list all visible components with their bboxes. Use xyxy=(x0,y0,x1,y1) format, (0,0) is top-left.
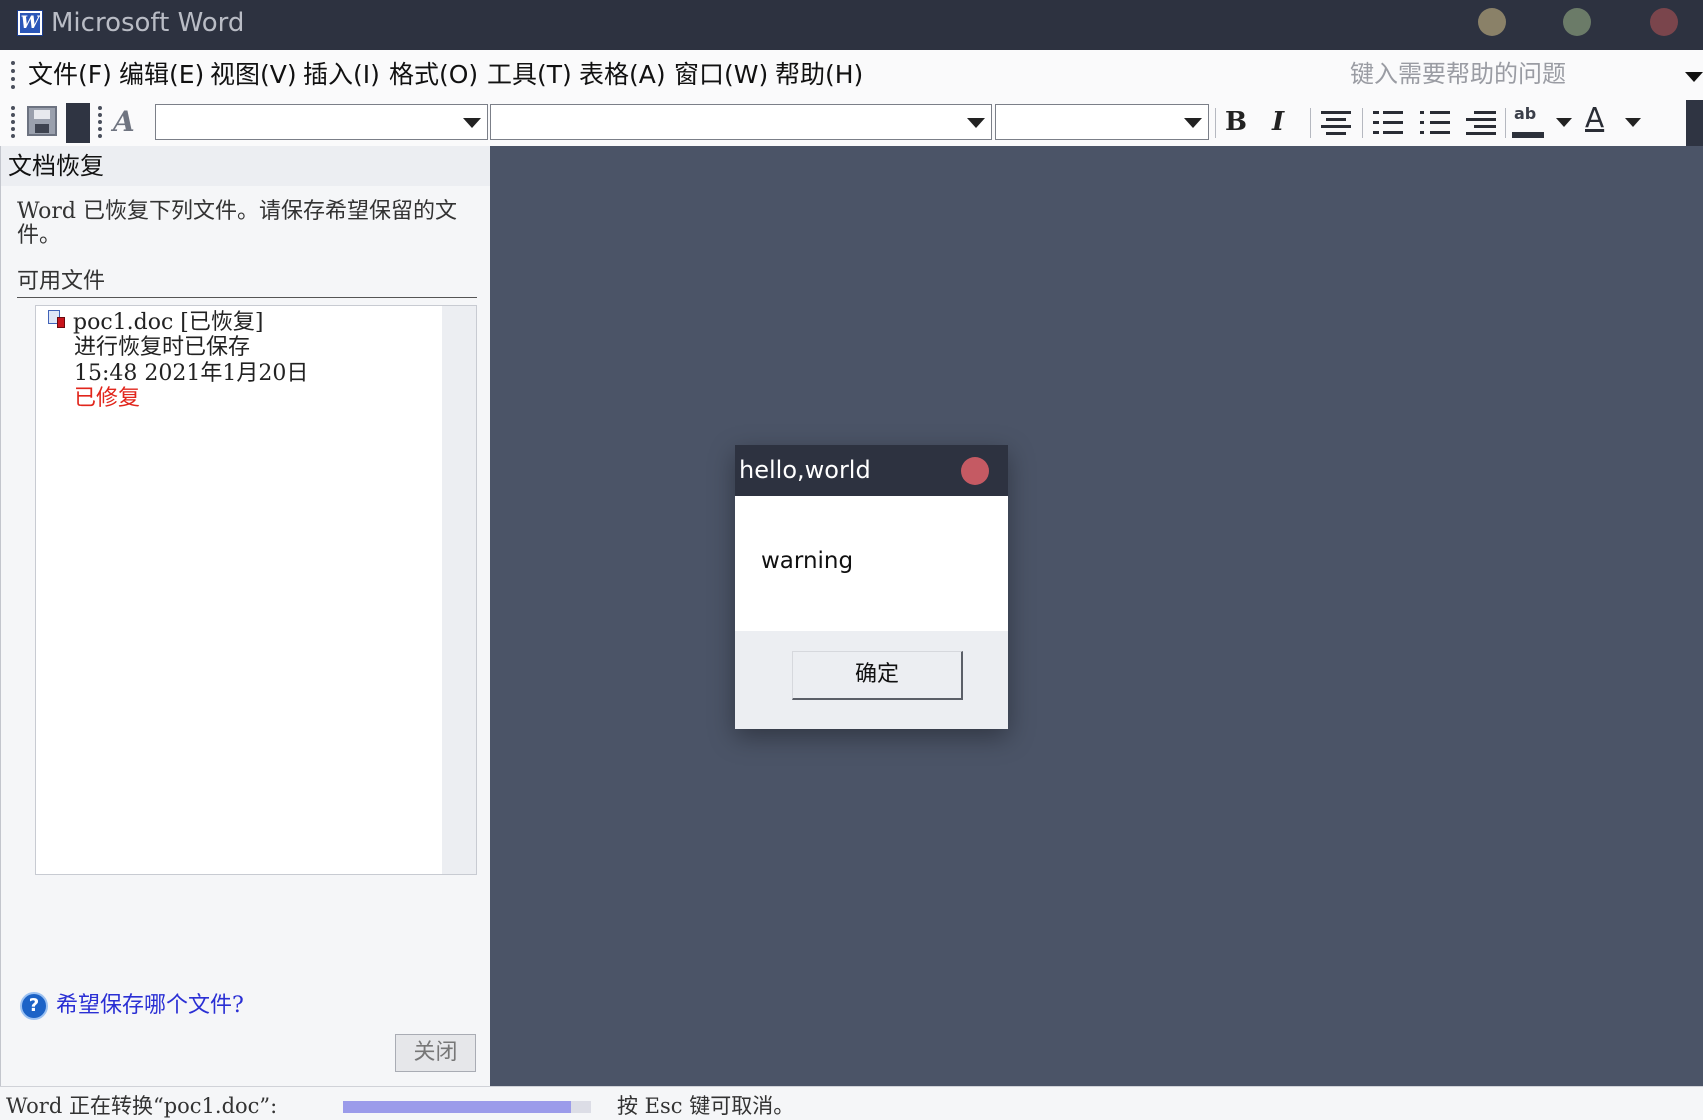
which-file-help-link[interactable]: 希望保存哪个文件? xyxy=(56,992,244,1020)
menu-bar: 文件(F) 编辑(E) 视图(V) 插入(I) 格式(O) 工具(T) 表格(A… xyxy=(0,50,1703,100)
italic-button[interactable]: I xyxy=(1272,102,1284,142)
file-save-status: 进行恢复时已保存 xyxy=(74,335,251,360)
help-question-box[interactable]: 键入需要帮助的问题 xyxy=(1350,58,1566,90)
available-files-label: 可用文件 xyxy=(17,268,477,298)
file-repair-status: 已修复 xyxy=(74,386,141,411)
font-size-combobox[interactable] xyxy=(995,104,1209,140)
toolbar-separator xyxy=(1215,108,1216,138)
document-icon[interactable] xyxy=(66,103,90,143)
toolbar-separator xyxy=(1505,108,1506,138)
status-cancel-hint: 按 Esc 键可取消。 xyxy=(617,1094,795,1118)
chevron-down-icon[interactable] xyxy=(463,118,481,128)
title-bar: W Microsoft Word xyxy=(0,0,1703,50)
font-color-icon[interactable]: A xyxy=(1581,101,1615,140)
pane-title: 文档恢复 xyxy=(1,146,491,186)
dialog-body: warning xyxy=(735,496,1008,631)
numbered-list-icon[interactable] xyxy=(1373,109,1403,135)
document-recovery-pane: 文档恢复 Word 已恢复下列文件。请保存希望保留的文件。 可用文件 poc1.… xyxy=(0,146,491,1086)
bullet-list-icon[interactable] xyxy=(1420,109,1450,135)
toolbar-grip-handle-2[interactable] xyxy=(98,106,102,138)
recovery-message: Word 已恢复下列文件。请保存希望保留的文件。 xyxy=(17,199,457,248)
toolbar-separator xyxy=(1362,108,1363,138)
dialog-close-button[interactable] xyxy=(961,457,989,485)
progress-fill xyxy=(343,1101,571,1113)
file-timestamp: 15:48 2021年1月20日 xyxy=(74,361,309,386)
file-name[interactable]: poc1.doc [已恢复] xyxy=(73,310,263,336)
chevron-down-icon[interactable] xyxy=(967,118,985,128)
menu-view[interactable]: 视图(V) xyxy=(210,59,297,91)
menu-insert[interactable]: 插入(I) xyxy=(303,59,380,91)
menu-window[interactable]: 窗口(W) xyxy=(674,59,768,91)
font-color-icon-label: A xyxy=(1585,101,1605,134)
help-dropdown-arrow-icon[interactable] xyxy=(1685,72,1703,82)
save-icon[interactable] xyxy=(27,106,57,136)
menu-grip-handle[interactable] xyxy=(11,61,15,89)
font-color-dropdown-arrow-icon[interactable] xyxy=(1625,118,1641,127)
menu-format[interactable]: 格式(O) xyxy=(389,59,478,91)
highlight-icon-label: ab xyxy=(1514,104,1537,123)
toolbar-separator xyxy=(1310,108,1311,138)
font-combobox[interactable] xyxy=(490,104,992,140)
menu-edit[interactable]: 编辑(E) xyxy=(119,59,204,91)
toolbar-grip-handle[interactable] xyxy=(11,106,15,138)
minimize-button[interactable] xyxy=(1478,8,1506,36)
menu-help[interactable]: 帮助(H) xyxy=(775,59,863,91)
bold-button[interactable]: B xyxy=(1225,102,1247,142)
close-window-button[interactable] xyxy=(1650,8,1678,36)
formatting-toolbar: A B I ab A xyxy=(0,100,1703,146)
conversion-progress-bar xyxy=(343,1101,591,1113)
file-list-scrollbar[interactable] xyxy=(442,306,476,874)
dialog-message: warning xyxy=(761,548,854,574)
ok-button[interactable]: 确定 xyxy=(792,651,963,700)
styles-icon[interactable]: A xyxy=(113,104,135,140)
recovered-document-icon xyxy=(48,310,66,330)
window-title: Microsoft Word xyxy=(51,8,245,38)
dialog-footer: 确定 xyxy=(735,631,1008,729)
align-center-icon[interactable] xyxy=(1321,109,1351,135)
menu-tools[interactable]: 工具(T) xyxy=(487,59,572,91)
highlight-icon[interactable]: ab xyxy=(1512,104,1546,140)
recovered-file-list: poc1.doc [已恢复] 进行恢复时已保存 15:48 2021年1月20日… xyxy=(35,305,477,875)
help-icon[interactable]: ? xyxy=(20,992,48,1020)
document-area xyxy=(490,146,1703,1086)
chevron-down-icon[interactable] xyxy=(1184,118,1202,128)
style-combobox[interactable] xyxy=(155,104,488,140)
highlight-dropdown-arrow-icon[interactable] xyxy=(1556,118,1572,127)
decrease-indent-icon[interactable] xyxy=(1466,109,1496,135)
word-app-icon[interactable]: W xyxy=(17,10,43,36)
maximize-button[interactable] xyxy=(1563,8,1591,36)
word-logo-letter: W xyxy=(20,13,40,33)
dialog-title: hello,world xyxy=(739,456,871,484)
dialog-header: hello,world xyxy=(735,445,1008,496)
status-bar: Word 正在转换“poc1.doc”: 按 Esc 键可取消。 xyxy=(0,1086,1703,1120)
toolbar-options-button[interactable] xyxy=(1686,100,1703,146)
close-pane-button[interactable]: 关闭 xyxy=(395,1034,476,1072)
menu-table[interactable]: 表格(A) xyxy=(579,59,666,91)
status-text: Word 正在转换“poc1.doc”: xyxy=(6,1094,278,1118)
menu-file[interactable]: 文件(F) xyxy=(28,59,112,91)
alert-dialog: hello,world warning 确定 xyxy=(735,445,1008,729)
